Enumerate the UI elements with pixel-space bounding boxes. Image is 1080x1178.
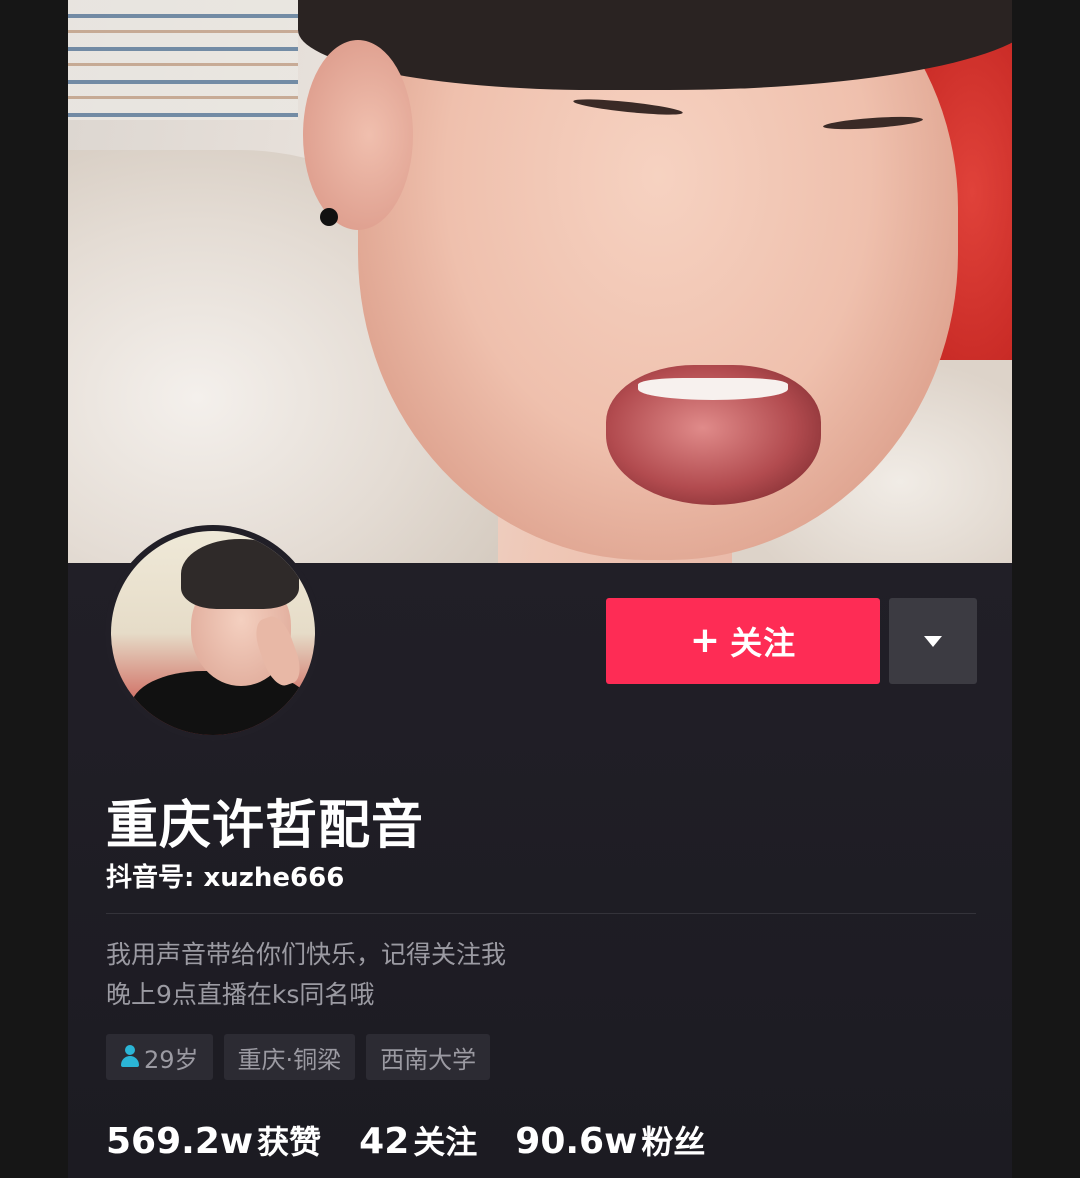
- tag-age-label: 29岁: [144, 1045, 199, 1074]
- stat-following[interactable]: 42 关注: [359, 1117, 477, 1163]
- stat-likes: 569.2w 获赞: [106, 1117, 321, 1163]
- profile-info: + 关注 重庆许哲配音 抖音号: xuzhe666 我用声音带给你们快乐，记得关…: [68, 525, 1012, 1178]
- chevron-down-icon: [924, 635, 942, 647]
- cover-ear: [303, 40, 413, 230]
- tag-age: 29岁: [106, 1034, 213, 1080]
- avatar-hair: [181, 539, 299, 609]
- male-person-icon: [120, 1045, 140, 1069]
- profile-tags: 29岁 重庆·铜梁 西南大学: [106, 1034, 491, 1080]
- cover-photo: [68, 0, 1012, 563]
- tag-location: 重庆·铜梁: [223, 1034, 356, 1080]
- bio-line-1: 我用声音带给你们快乐，记得关注我: [106, 940, 507, 969]
- tag-school-label: 西南大学: [380, 1045, 477, 1074]
- stat-followers[interactable]: 90.6w 粉丝: [515, 1117, 705, 1163]
- profile-page: + 关注 重庆许哲配音 抖音号: xuzhe666 我用声音带给你们快乐，记得关…: [68, 0, 1012, 1178]
- profile-name: 重庆许哲配音: [106, 796, 425, 856]
- stat-followers-value: 90.6w: [515, 1121, 638, 1162]
- stat-following-value: 42: [359, 1121, 410, 1162]
- divider: [106, 913, 976, 914]
- profile-stats: 569.2w 获赞 42 关注 90.6w 粉丝: [106, 1117, 705, 1163]
- avatar-image: [111, 531, 315, 735]
- plus-icon: +: [689, 620, 721, 661]
- cover-teeth: [638, 378, 788, 400]
- follow-button[interactable]: + 关注: [606, 598, 880, 684]
- tag-school: 西南大学: [366, 1034, 491, 1080]
- stat-likes-label: 获赞: [257, 1123, 322, 1161]
- background-curtain: [68, 0, 298, 120]
- avatar[interactable]: [105, 525, 321, 741]
- more-options-button[interactable]: [889, 598, 977, 684]
- follow-button-label: 关注: [730, 624, 797, 662]
- stat-followers-label: 粉丝: [641, 1123, 706, 1161]
- bio-line-2: 晚上9点直播在ks同名哦: [106, 980, 375, 1009]
- stat-likes-value: 569.2w: [106, 1121, 254, 1162]
- bio: 我用声音带给你们快乐，记得关注我 晚上9点直播在ks同名哦: [106, 935, 506, 1015]
- douyin-id: 抖音号: xuzhe666: [106, 863, 345, 893]
- stat-following-label: 关注: [413, 1123, 478, 1161]
- tag-location-label: 重庆·铜梁: [237, 1045, 342, 1074]
- cover-earring: [320, 208, 338, 226]
